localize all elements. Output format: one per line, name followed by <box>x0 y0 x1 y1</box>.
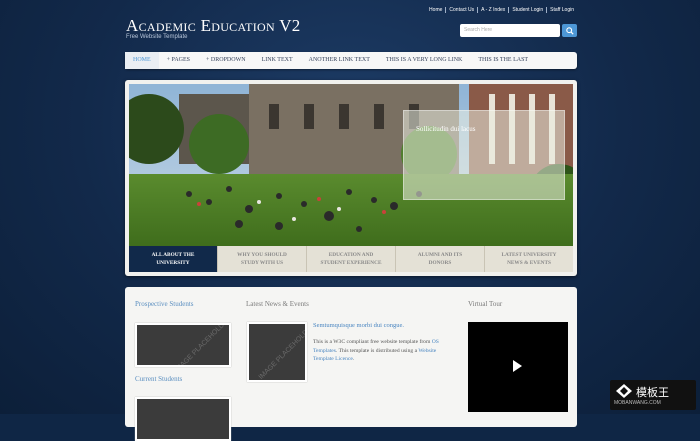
slide-tabs: All About The University Why You Should St… <box>129 246 573 272</box>
news-body: This is a W3C compliant free website tem… <box>313 338 453 364</box>
current-students-heading[interactable]: Current Students <box>135 375 182 383</box>
top-links: Home Contact Us A - Z Index Student Logi… <box>426 7 577 13</box>
slide-tab-why-study[interactable]: Why You Should Study With Us <box>217 246 306 272</box>
slide-tab-line: All About The <box>151 252 195 258</box>
top-link-az-index[interactable]: A - Z Index <box>477 7 508 13</box>
slide-tab-alumni[interactable]: Alumni And Its Donors <box>395 246 484 272</box>
slide-caption-title: Sollicitudin dui lacus <box>416 125 476 133</box>
slide-tab-line: Student Experience <box>320 260 382 266</box>
news-text: This is a W3C compliant free website tem… <box>313 339 432 345</box>
news-title[interactable]: Semtumquisque morbi dui congue. <box>313 322 404 329</box>
slide-tab-about[interactable]: All About The University <box>129 246 217 272</box>
slide-tab-line: University <box>156 260 190 266</box>
watermark-logo-icon <box>616 384 632 398</box>
nav-item-home[interactable]: Home <box>125 52 159 69</box>
slide-tab-line: Latest University <box>501 252 557 258</box>
nav-item-dropdown[interactable]: + Dropdown <box>198 52 254 69</box>
main-nav: Home + Pages + Dropdown Link Text Anothe… <box>125 52 577 69</box>
nav-item-link-text[interactable]: Link Text <box>254 52 301 69</box>
slide-tab-line: News & Events <box>507 260 551 266</box>
content-panel: Prospective Students IMAGE PLACEHOLDER C… <box>125 287 577 441</box>
news-heading: Latest News & Events <box>246 300 309 308</box>
nav-item-the-last[interactable]: This Is The Last <box>470 52 536 69</box>
watermark-badge: 模板王 MOBANWANG.COM <box>610 380 696 410</box>
slide-tab-education[interactable]: Education And Student Experience <box>306 246 395 272</box>
nav-item-pages[interactable]: + Pages <box>159 52 198 69</box>
news-text: . <box>352 356 355 362</box>
prospective-students-heading[interactable]: Prospective Students <box>135 300 194 308</box>
virtual-tour-video[interactable] <box>468 322 568 412</box>
site-tagline: Free Website Template <box>126 34 188 40</box>
news-text: . This template is distributed using a <box>335 347 419 354</box>
slide-tab-line: Donors <box>428 260 452 266</box>
search-input[interactable]: Search Here <box>460 24 560 37</box>
slide-tab-line: Alumni And Its <box>417 252 463 258</box>
thumb-placeholder-text: IMAGE PLACEHOLDER <box>173 323 231 367</box>
search-icon <box>565 26 574 35</box>
news-thumbnail[interactable]: IMAGE PLACEHOLDER <box>247 322 307 382</box>
campus-photo: Sollicitudin dui lacus <box>129 84 573 246</box>
top-link-student-login[interactable]: Student Login <box>508 7 546 13</box>
watermark-url: MOBANWANG.COM <box>614 400 661 406</box>
play-icon[interactable] <box>513 360 522 372</box>
slide-caption: Sollicitudin dui lacus <box>403 110 565 200</box>
search-button[interactable] <box>562 24 577 37</box>
slide-tab-line: Why You Should <box>237 252 287 258</box>
prospective-thumbnail[interactable]: IMAGE PLACEHOLDER <box>135 323 231 367</box>
thumb-placeholder-text: IMAGE PLACEHOLDER <box>257 322 307 382</box>
nav-item-another-link-text[interactable]: Another Link Text <box>301 52 378 69</box>
current-thumbnail[interactable] <box>135 397 231 441</box>
top-link-home[interactable]: Home <box>426 7 445 13</box>
top-link-contact[interactable]: Contact Us <box>445 7 477 13</box>
slide-tab-line: Study With Us <box>240 260 284 266</box>
top-link-staff-login[interactable]: Staff Login <box>546 7 577 13</box>
nav-item-very-long-link[interactable]: This Is A Very Long Link <box>378 52 471 69</box>
featured-slider: Sollicitudin dui lacus All About The Univ… <box>125 80 577 276</box>
watermark-title: 模板王 <box>636 386 669 399</box>
virtual-tour-heading: Virtual Tour <box>468 300 503 308</box>
slide-tab-news[interactable]: Latest University News & Events <box>484 246 573 272</box>
slide-tab-line: Education And <box>328 252 374 258</box>
site-logo[interactable]: Academic Education V2 <box>126 16 301 36</box>
